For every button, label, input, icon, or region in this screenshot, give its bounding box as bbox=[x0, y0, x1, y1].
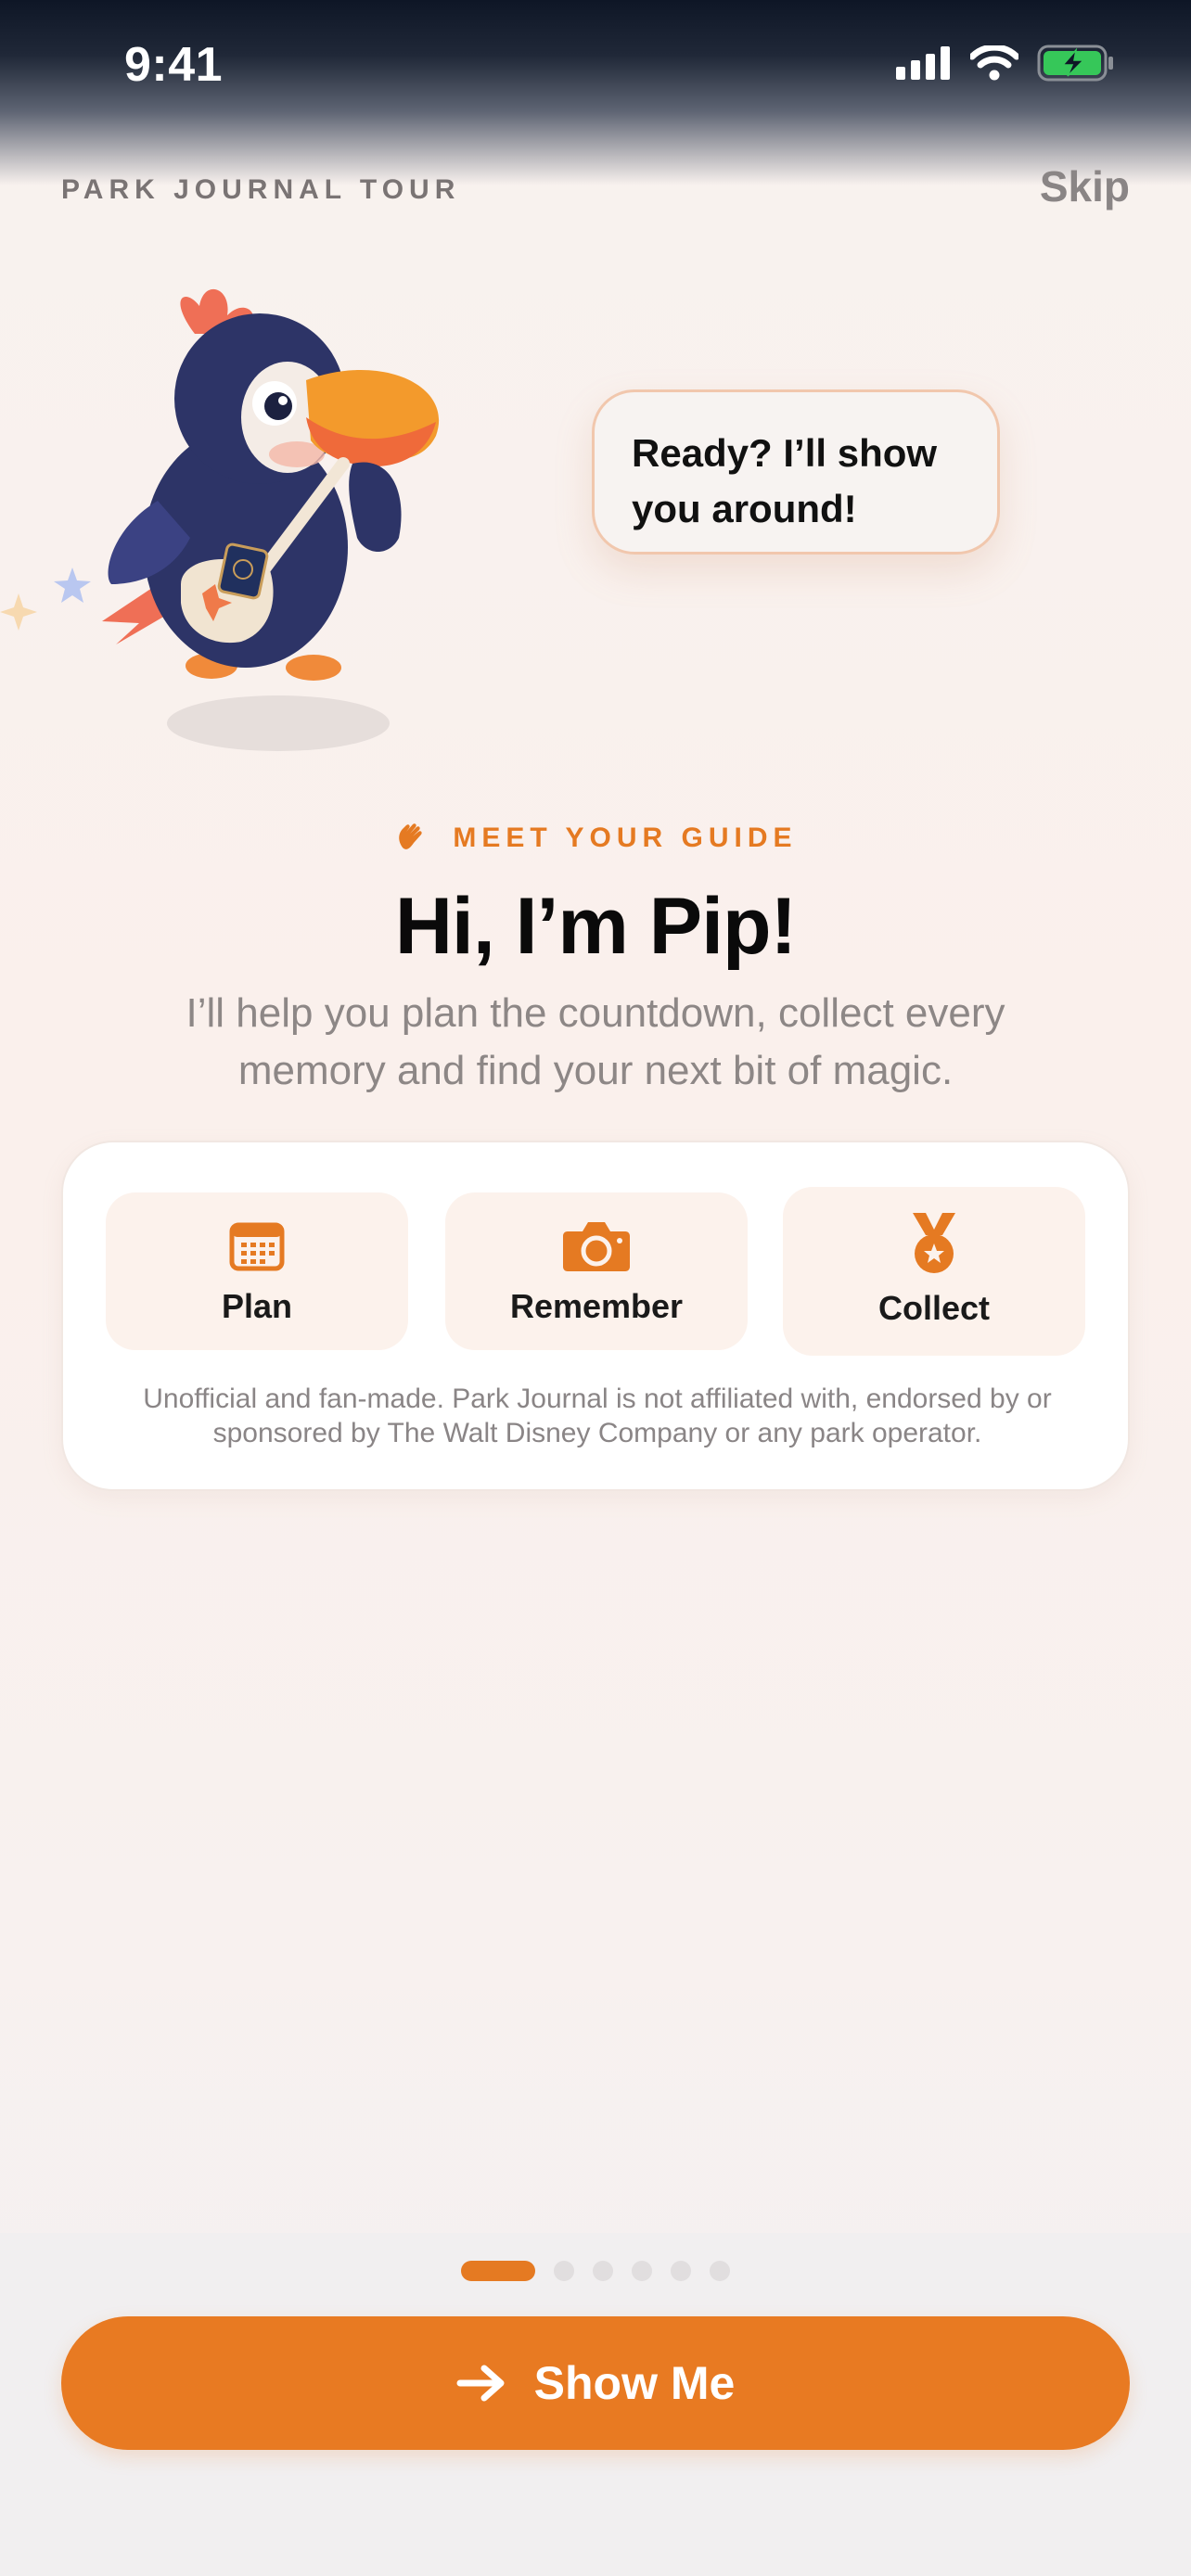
intro-eyebrow: MEET YOUR GUIDE bbox=[0, 820, 1191, 857]
camera-icon bbox=[563, 1222, 630, 1271]
page-dot[interactable] bbox=[554, 2261, 574, 2281]
status-time: 9:41 bbox=[124, 38, 224, 92]
arrow-right-icon bbox=[456, 2365, 505, 2402]
feature-collect[interactable]: Collect bbox=[783, 1187, 1085, 1356]
show-me-label: Show Me bbox=[533, 2357, 736, 2409]
feature-plan[interactable]: Plan bbox=[106, 1192, 408, 1350]
status-icons bbox=[896, 45, 1115, 82]
page-header-title: PARK JOURNAL TOUR bbox=[61, 174, 461, 205]
medal-icon bbox=[913, 1213, 955, 1273]
features-card: Plan Remember Collect Unofficial and fan… bbox=[61, 1141, 1130, 1491]
show-me-button[interactable]: Show Me bbox=[61, 2316, 1130, 2450]
page-dot[interactable] bbox=[710, 2261, 730, 2281]
bottom-bar: Show Me bbox=[0, 2233, 1191, 2576]
page-dot[interactable] bbox=[671, 2261, 691, 2281]
intro-subtitle: I’ll help you plan the countdown, collec… bbox=[186, 990, 1005, 1093]
page-dot[interactable] bbox=[632, 2261, 652, 2281]
page-dot[interactable] bbox=[593, 2261, 613, 2281]
skip-button[interactable]: Skip bbox=[1040, 161, 1130, 211]
page-indicator bbox=[0, 2261, 1191, 2281]
speech-bubble: Ready? I’ll show you around! bbox=[592, 389, 1000, 555]
feature-remember-label: Remember bbox=[509, 1287, 684, 1325]
waving-hand-icon bbox=[399, 823, 423, 849]
page-dot-active[interactable] bbox=[461, 2261, 535, 2281]
signal-icon bbox=[896, 46, 950, 80]
disclaimer-text: Unofficial and fan-made. Park Journal is… bbox=[143, 1384, 1052, 1448]
intro-title: Hi, I’m Pip! bbox=[394, 882, 797, 971]
feature-collect-label: Collect bbox=[877, 1289, 991, 1327]
wifi-icon bbox=[970, 45, 1018, 81]
battery-charging-icon bbox=[1037, 45, 1113, 82]
feature-plan-label: Plan bbox=[221, 1287, 293, 1325]
status-bar: 9:41 bbox=[0, 0, 1191, 139]
eyebrow-label: MEET YOUR GUIDE bbox=[453, 823, 798, 853]
feature-remember[interactable]: Remember bbox=[445, 1192, 748, 1350]
calendar-icon bbox=[229, 1222, 285, 1271]
parrot-mascot-illustration bbox=[0, 288, 440, 751]
